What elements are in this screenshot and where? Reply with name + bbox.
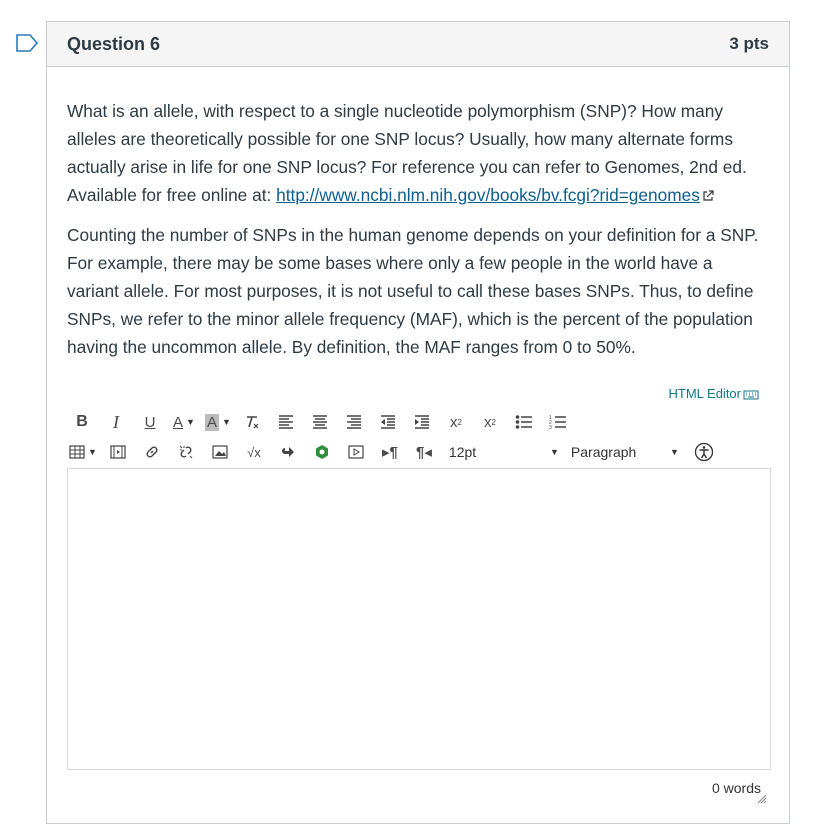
subscript-button[interactable]: x2 xyxy=(477,409,503,435)
indent-button[interactable] xyxy=(409,409,435,435)
video-button[interactable] xyxy=(343,439,369,465)
accessibility-checker-button[interactable] xyxy=(691,439,717,465)
table-icon xyxy=(69,445,85,459)
bullet-list-button[interactable] xyxy=(511,409,537,435)
align-right-icon xyxy=(347,415,361,429)
answer-editor[interactable] xyxy=(67,468,771,770)
media-button[interactable] xyxy=(105,439,131,465)
resize-handle-icon[interactable] xyxy=(757,794,767,804)
link-button[interactable] xyxy=(139,439,165,465)
outdent-button[interactable] xyxy=(375,409,401,435)
math-equation-button[interactable]: √x xyxy=(241,439,267,465)
block-format-caret-icon: ▼ xyxy=(670,447,679,457)
underline-button[interactable]: U xyxy=(137,409,163,435)
rtl-button[interactable]: ¶◂ xyxy=(411,439,437,465)
html-editor-toggle[interactable]: HTML Editor xyxy=(669,386,759,401)
block-format-select[interactable]: Paragraph ▼ xyxy=(571,439,679,465)
clear-formatting-button[interactable] xyxy=(239,409,265,435)
apps-button[interactable] xyxy=(309,439,335,465)
align-left-button[interactable] xyxy=(273,409,299,435)
svg-text:3: 3 xyxy=(549,425,552,430)
question-points: 3 pts xyxy=(729,34,769,53)
text-color-button[interactable]: A ▼ xyxy=(171,409,197,435)
question-paragraph-1: What is an allele, with respect to a sin… xyxy=(67,97,769,209)
align-center-button[interactable] xyxy=(307,409,333,435)
question-paragraph-2: Counting the number of SNPs in the human… xyxy=(67,225,759,357)
image-icon xyxy=(212,445,228,459)
unlink-icon xyxy=(179,445,193,459)
clear-formatting-icon xyxy=(247,416,259,429)
table-button[interactable]: ▼ xyxy=(69,439,97,465)
rich-editor-toolbar: B I U A ▼ A ▼ x2 x2 123 ▼ √x ▸¶ ¶◂ 12pt … xyxy=(69,407,769,467)
question-body: What is an allele, with respect to a sin… xyxy=(47,67,789,361)
word-count: 0 words xyxy=(711,780,761,796)
toolbar-row-1: B I U A ▼ A ▼ x2 x2 123 xyxy=(69,407,769,437)
embed-button[interactable] xyxy=(275,439,301,465)
background-color-button[interactable]: A ▼ xyxy=(205,409,231,435)
block-format-value: Paragraph xyxy=(570,444,637,460)
question-title: Question 6 xyxy=(67,33,161,54)
align-center-icon xyxy=(313,415,327,429)
bullet-list-icon xyxy=(515,415,532,429)
keyboard-icon xyxy=(743,390,759,399)
html-editor-label[interactable]: HTML Editor xyxy=(669,386,741,401)
genomes-link[interactable]: http://www.ncbi.nlm.nih.gov/books/bv.fcg… xyxy=(276,185,700,205)
bold-button[interactable]: B xyxy=(69,409,95,435)
font-size-value: 12pt xyxy=(448,444,477,460)
numbered-list-button[interactable]: 123 xyxy=(545,409,571,435)
font-size-caret-icon: ▼ xyxy=(550,447,559,457)
external-link-icon xyxy=(703,190,714,202)
italic-button[interactable]: I xyxy=(103,409,129,435)
toolbar-row-2: ▼ √x ▸¶ ¶◂ 12pt ▼ Paragraph ▼ xyxy=(69,437,769,467)
apps-icon xyxy=(315,445,328,459)
image-button[interactable] xyxy=(207,439,233,465)
indent-icon xyxy=(415,415,429,429)
link-icon xyxy=(146,446,158,458)
question-header: Question 6 3 pts xyxy=(47,22,789,67)
unlink-button[interactable] xyxy=(173,439,199,465)
align-right-button[interactable] xyxy=(341,409,367,435)
flag-question-icon[interactable] xyxy=(16,34,38,52)
superscript-button[interactable]: x2 xyxy=(443,409,469,435)
ltr-button[interactable]: ▸¶ xyxy=(377,439,403,465)
media-icon xyxy=(110,445,126,459)
accessibility-icon xyxy=(694,442,714,462)
outdent-icon xyxy=(381,415,395,429)
align-left-icon xyxy=(279,415,293,429)
question-text: What is an allele, with respect to a sin… xyxy=(67,97,769,361)
font-size-select[interactable]: 12pt ▼ xyxy=(449,439,559,465)
question-card: Question 6 3 pts What is an allele, with… xyxy=(46,21,790,824)
embed-arrow-icon xyxy=(281,447,294,457)
numbered-list-icon: 123 xyxy=(549,415,566,430)
video-icon xyxy=(348,445,364,459)
